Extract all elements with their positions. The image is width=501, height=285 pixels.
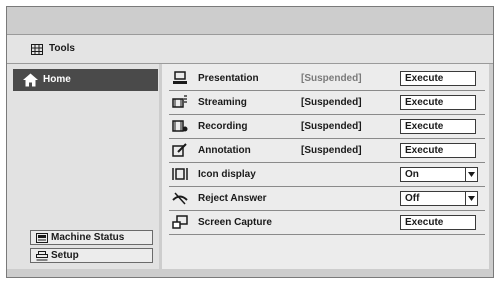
recording-icon [172, 120, 188, 132]
home-icon [23, 73, 38, 87]
reject-answer-select[interactable]: Off [400, 191, 478, 206]
sidebar-item-label: Home [43, 74, 71, 85]
sidebar: Home Machine Status Setup [7, 64, 159, 269]
setup-label: Setup [51, 250, 79, 261]
screen-capture-icon [172, 215, 188, 229]
presentation-icon [173, 71, 187, 84]
row-streaming: Streaming [Suspended] Execute [162, 91, 489, 115]
page-title: Tools [49, 43, 75, 54]
setup-button[interactable]: Setup [30, 248, 153, 263]
tools-window: Tools Home Machine Status Setup Presenta… [6, 6, 494, 278]
streaming-icon [172, 95, 187, 108]
icon-display-icon [172, 168, 188, 180]
row-label: Annotation [198, 145, 251, 156]
annotation-execute-button[interactable]: Execute [400, 143, 476, 158]
chevron-down-icon[interactable] [465, 168, 477, 181]
status-text: [Suspended] [301, 145, 362, 156]
row-label: Icon display [198, 169, 256, 180]
row-icon-display: Icon display On [162, 163, 489, 187]
machine-status-icon [36, 233, 48, 243]
grid-icon [31, 44, 43, 55]
sidebar-item-home[interactable]: Home [13, 69, 158, 91]
reject-answer-icon [172, 192, 188, 205]
row-annotation: Annotation [Suspended] Execute [162, 139, 489, 163]
streaming-execute-button[interactable]: Execute [400, 95, 476, 110]
icon-display-select[interactable]: On [400, 167, 478, 182]
tools-list: Presentation [Suspended] Execute Streami… [162, 64, 489, 269]
annotation-icon [172, 143, 187, 157]
row-label: Reject Answer [198, 193, 267, 204]
machine-status-button[interactable]: Machine Status [30, 230, 153, 245]
row-screen-capture: Screen Capture Execute [162, 211, 489, 235]
machine-status-label: Machine Status [51, 232, 125, 243]
row-recording: Recording [Suspended] Execute [162, 115, 489, 139]
screen-capture-execute-button[interactable]: Execute [400, 215, 476, 230]
status-text: [Suspended] [301, 97, 362, 108]
header-bar: Tools [7, 34, 493, 64]
setup-icon [36, 251, 48, 261]
row-presentation: Presentation [Suspended] Execute [162, 67, 489, 91]
select-value: On [405, 169, 419, 180]
status-text: [Suspended] [301, 73, 362, 84]
presentation-execute-button[interactable]: Execute [400, 71, 476, 86]
row-divider [169, 234, 485, 235]
row-label: Presentation [198, 73, 259, 84]
chevron-down-icon[interactable] [465, 192, 477, 205]
row-reject-answer: Reject Answer Off [162, 187, 489, 211]
recording-execute-button[interactable]: Execute [400, 119, 476, 134]
row-label: Screen Capture [198, 217, 272, 228]
select-value: Off [405, 193, 420, 204]
status-text: [Suspended] [301, 121, 362, 132]
row-label: Recording [198, 121, 248, 132]
row-label: Streaming [198, 97, 247, 108]
